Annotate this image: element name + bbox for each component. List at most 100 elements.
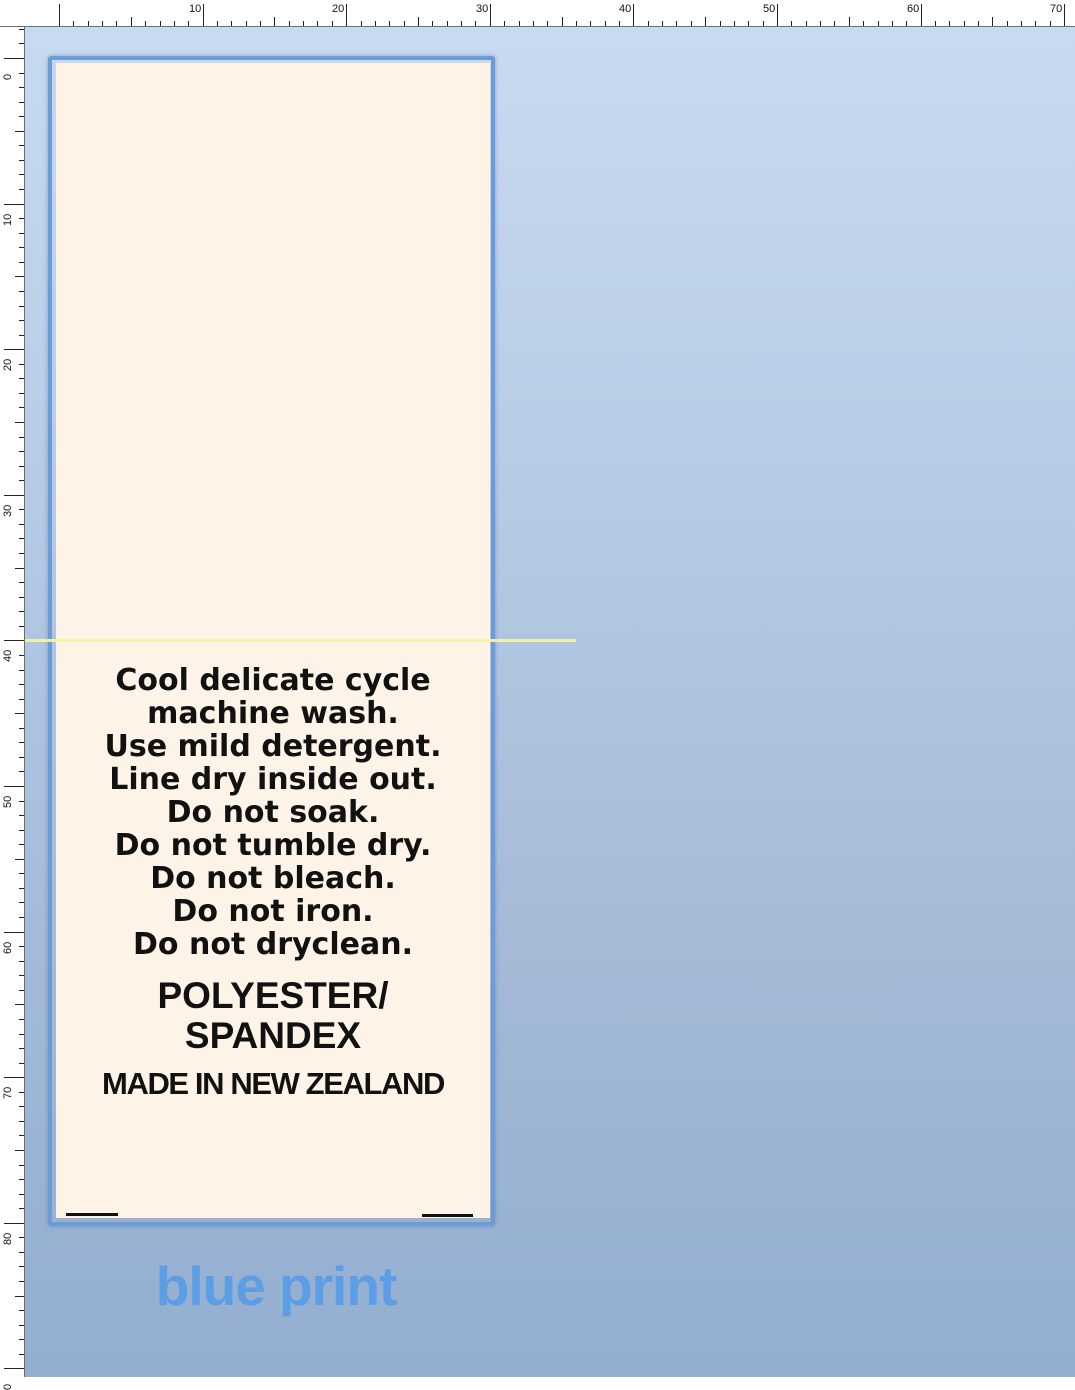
ruler-tick: [590, 21, 591, 26]
ruler-tick: [748, 21, 749, 26]
ruler-tick: [174, 21, 175, 26]
ruler-tick: [19, 524, 24, 525]
ruler-tick: [19, 466, 24, 467]
ruler-tick: [289, 21, 290, 26]
ruler-tick: [1035, 21, 1036, 26]
ruler-tick: [19, 73, 24, 74]
ruler-tick: [19, 538, 24, 539]
ruler-number: 10: [189, 3, 202, 15]
ruler-tick: [978, 21, 979, 26]
ruler-tick: [317, 21, 318, 26]
ruler-tick: [19, 844, 24, 845]
ruler-number: 60: [907, 3, 920, 15]
ruler-tick: [19, 145, 24, 146]
ruler-number: 70: [1050, 3, 1063, 15]
ruler-tick: [19, 437, 24, 438]
ruler-tick: [375, 21, 376, 26]
ruler-tick: [19, 1252, 24, 1253]
ruler-tick: [4, 640, 24, 641]
ruler-number: 70: [2, 1086, 14, 1099]
care-line: Do not soak.: [166, 795, 380, 830]
ruler-tick: [676, 21, 677, 26]
ruler-tick: [203, 4, 204, 26]
ruler-tick: [15, 276, 24, 277]
ruler-tick: [19, 364, 24, 365]
ruler-tick: [188, 21, 189, 26]
ruler-tick: [4, 932, 24, 933]
ruler-tick: [19, 815, 24, 816]
ruler-tick: [19, 873, 24, 874]
care-line: Do not bleach.: [150, 861, 396, 896]
ruler-tick: [160, 21, 161, 26]
ruler-tick: [274, 17, 275, 26]
ruler-tick: [447, 21, 448, 26]
fold-guide-line[interactable]: [25, 639, 576, 642]
vertical-ruler[interactable]: 0 10 20 30 40 50 60 70 80 0: [0, 27, 25, 1390]
ruler-number: 60: [2, 941, 14, 954]
ruler-tick: [19, 1194, 24, 1195]
ruler-tick: [19, 320, 24, 321]
care-line: Line dry inside out.: [109, 762, 437, 797]
ruler-tick: [1064, 4, 1065, 26]
fabric-line: POLYESTER/: [157, 975, 389, 1016]
ruler-tick: [19, 1048, 24, 1049]
ruler-tick: [19, 684, 24, 685]
cut-mark-right: [422, 1214, 473, 1217]
ruler-tick: [777, 4, 778, 26]
ruler-tick: [19, 1063, 24, 1064]
ruler-tick: [19, 160, 24, 161]
ruler-tick: [19, 29, 24, 30]
ruler-tick: [1021, 21, 1022, 26]
ruler-tick: [19, 1034, 24, 1035]
ruler-tick: [19, 1237, 24, 1238]
care-line: Use mild detergent.: [104, 729, 442, 764]
ruler-tick: [19, 655, 24, 656]
ruler-tick: [605, 21, 606, 26]
ruler-tick: [19, 902, 24, 903]
ruler-tick: [763, 21, 764, 26]
ruler-tick: [19, 233, 24, 234]
ruler-tick: [1007, 21, 1008, 26]
ruler-tick: [19, 1208, 24, 1209]
ruler-tick: [19, 961, 24, 962]
horizontal-ruler[interactable]: 10 20 30 40 50 60 70: [0, 0, 1075, 27]
ruler-tick: [19, 87, 24, 88]
ruler-tick: [19, 888, 24, 889]
ruler-tick: [19, 830, 24, 831]
ruler-number: 30: [2, 504, 14, 517]
ruler-tick: [19, 43, 24, 44]
ruler-tick: [4, 204, 24, 205]
ruler-tick: [19, 917, 24, 918]
ruler-tick: [246, 21, 247, 26]
ruler-number: 0: [2, 73, 14, 80]
ruler-tick: [19, 247, 24, 248]
ruler-tick: [346, 4, 347, 26]
ruler-tick: [303, 21, 304, 26]
ruler-tick: [504, 21, 505, 26]
fabric-content-text[interactable]: POLYESTER/ SPANDEX: [56, 976, 490, 1056]
ruler-tick: [19, 306, 24, 307]
ruler-tick: [19, 335, 24, 336]
ruler-tick: [19, 291, 24, 292]
ruler-tick: [19, 1135, 24, 1136]
ruler-tick: [4, 1223, 24, 1224]
ruler-tick: [19, 1281, 24, 1282]
ruler-tick: [19, 407, 24, 408]
ruler-tick: [15, 1150, 24, 1151]
watermark-text: blue print: [155, 1255, 398, 1317]
ruler-tick: [849, 17, 850, 26]
care-line: Cool delicate cycle: [115, 663, 431, 698]
ruler-tick: [217, 21, 218, 26]
ruler-tick: [892, 21, 893, 26]
ruler-tick: [19, 480, 24, 481]
ruler-tick: [418, 17, 419, 26]
ruler-tick: [19, 262, 24, 263]
ruler-tick: [19, 990, 24, 991]
ruler-tick: [19, 801, 24, 802]
ruler-tick: [633, 4, 634, 26]
ruler-tick: [19, 728, 24, 729]
country-of-origin-text[interactable]: MADE IN NEW ZEALAND: [56, 1066, 490, 1102]
ruler-number: 40: [2, 649, 14, 662]
ruler-number: 0: [2, 1383, 14, 1390]
care-instructions-text[interactable]: Cool delicate cycle machine wash. Use mi…: [56, 664, 490, 961]
